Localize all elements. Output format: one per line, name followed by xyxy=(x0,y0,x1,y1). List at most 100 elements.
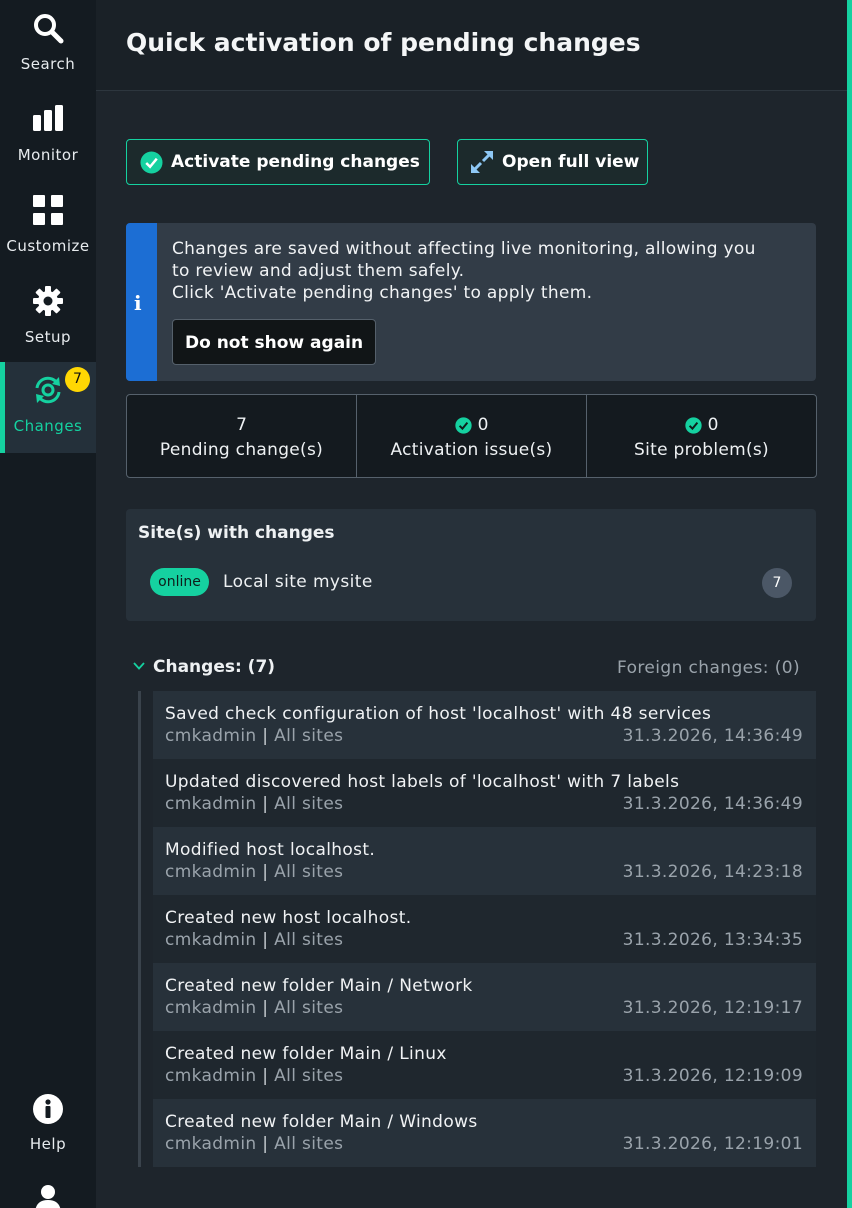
changes-section-title[interactable]: Changes: (7) xyxy=(153,657,275,677)
nav-label-search: Search xyxy=(20,55,76,73)
change-time: 31.3.2026, 12:19:17 xyxy=(622,998,803,1018)
change-row[interactable]: Created new host localhost. cmkadmin | A… xyxy=(153,895,816,963)
change-user: cmkadmin xyxy=(165,1134,257,1154)
site-change-count: 7 xyxy=(762,568,792,598)
nav-item-customize[interactable]: Customize xyxy=(0,182,96,273)
change-time: 31.3.2026, 12:19:09 xyxy=(622,1066,803,1086)
foreign-changes-link[interactable]: Foreign changes: (0) xyxy=(617,658,800,678)
info-text-line: Changes are saved without affecting live… xyxy=(172,239,756,259)
changes-tree-line xyxy=(138,691,141,1167)
nav-label-customize: Customize xyxy=(6,237,90,255)
change-user: cmkadmin xyxy=(165,794,257,814)
activate-button-label: Activate pending changes xyxy=(171,152,420,172)
grid-icon xyxy=(0,192,96,228)
change-sites: All sites xyxy=(274,862,344,882)
changes-list: Saved check configuration of host 'local… xyxy=(153,691,816,1167)
change-row[interactable]: Created new folder Main / Linux cmkadmin… xyxy=(153,1031,816,1099)
change-meta: cmkadmin | All sites xyxy=(165,1066,344,1086)
page-header: Quick activation of pending changes xyxy=(96,0,847,91)
change-text: Created new folder Main / Linux xyxy=(165,1044,447,1064)
change-row[interactable]: Saved check configuration of host 'local… xyxy=(153,691,816,759)
gear-icon xyxy=(0,283,96,319)
search-icon xyxy=(0,10,96,46)
nav-item-search[interactable]: Search xyxy=(0,0,96,91)
nav-item-help[interactable]: Help xyxy=(0,1089,96,1180)
activate-pending-changes-button[interactable]: Activate pending changes xyxy=(126,139,430,185)
change-meta: cmkadmin | All sites xyxy=(165,930,344,950)
change-sites: All sites xyxy=(274,1134,344,1154)
change-user: cmkadmin xyxy=(165,1066,257,1086)
change-text: Created new folder Main / Network xyxy=(165,976,473,996)
page-title: Quick activation of pending changes xyxy=(126,28,641,57)
change-time: 31.3.2026, 14:36:49 xyxy=(622,726,803,746)
nav-label-help: Help xyxy=(29,1135,67,1153)
change-row[interactable]: Created new folder Main / Network cmkadm… xyxy=(153,963,816,1031)
nav-label-setup: Setup xyxy=(24,328,72,346)
stat-activation-issues: 0 Activation issue(s) xyxy=(356,395,586,477)
stat-value: 0 xyxy=(477,415,489,435)
do-not-show-again-button[interactable]: Do not show again xyxy=(172,319,377,365)
bar-chart-icon xyxy=(0,101,96,137)
change-text: Created new folder Main / Windows xyxy=(165,1112,478,1132)
change-text: Modified host localhost. xyxy=(165,840,376,860)
site-name[interactable]: Local site mysite xyxy=(223,572,373,592)
check-circle-icon xyxy=(139,150,163,174)
info-stripe: i xyxy=(126,223,157,381)
info-text-line: to review and adjust them safely. xyxy=(172,261,465,281)
change-text: Saved check configuration of host 'local… xyxy=(165,704,712,724)
check-circle-icon xyxy=(454,416,472,434)
main-navigation: Search Monitor Customize Setup Changes 7… xyxy=(0,0,96,1208)
stat-value: 0 xyxy=(707,415,719,435)
change-user: cmkadmin xyxy=(165,862,257,882)
change-sites: All sites xyxy=(274,998,344,1018)
change-meta: cmkadmin | All sites xyxy=(165,1134,344,1154)
change-sites: All sites xyxy=(274,726,344,746)
change-time: 31.3.2026, 12:19:01 xyxy=(622,1134,803,1154)
change-row[interactable]: Updated discovered host labels of 'local… xyxy=(153,759,816,827)
change-text: Updated discovered host labels of 'local… xyxy=(165,772,680,792)
nav-label-changes: Changes xyxy=(13,417,83,435)
stat-label: Activation issue(s) xyxy=(390,440,553,460)
change-sites: All sites xyxy=(274,794,344,814)
change-meta: cmkadmin | All sites xyxy=(165,998,344,1018)
change-sites: All sites xyxy=(274,930,344,950)
sites-title: Site(s) with changes xyxy=(138,523,335,543)
info-message: i Changes are saved without affecting li… xyxy=(126,223,816,381)
open-full-view-button[interactable]: Open full view xyxy=(457,139,648,185)
change-time: 31.3.2026, 14:23:18 xyxy=(622,862,803,882)
info-icon: i xyxy=(134,291,142,315)
change-row[interactable]: Created new folder Main / Windows cmkadm… xyxy=(153,1099,816,1167)
stat-pending-changes: 7 Pending change(s) xyxy=(127,395,356,477)
change-summary: 7 Pending change(s) 0 Activation issue(s… xyxy=(126,394,817,478)
stat-label: Site problem(s) xyxy=(633,440,769,460)
nav-label-monitor: Monitor xyxy=(17,146,79,164)
help-info-icon xyxy=(0,1091,96,1127)
change-user: cmkadmin xyxy=(165,998,257,1018)
change-user: cmkadmin xyxy=(165,726,257,746)
stat-label: Pending change(s) xyxy=(159,440,324,460)
stat-value: 7 xyxy=(236,415,247,435)
site-status-badge: online xyxy=(150,568,209,596)
change-meta: cmkadmin | All sites xyxy=(165,862,344,882)
stat-site-problems: 0 Site problem(s) xyxy=(586,395,816,477)
change-row[interactable]: Modified host localhost. cmkadmin | All … xyxy=(153,827,816,895)
change-sites: All sites xyxy=(274,1066,344,1086)
sites-with-changes: Site(s) with changes online Local site m… xyxy=(126,509,816,621)
info-text: Changes are saved without affecting live… xyxy=(172,238,756,304)
chevron-down-icon[interactable] xyxy=(132,659,146,673)
expand-icon xyxy=(470,150,494,174)
full-view-button-label: Open full view xyxy=(502,152,640,172)
change-meta: cmkadmin | All sites xyxy=(165,794,344,814)
change-text: Created new host localhost. xyxy=(165,908,412,928)
right-accent-bar xyxy=(847,0,852,1208)
change-time: 31.3.2026, 14:36:49 xyxy=(622,794,803,814)
check-circle-icon xyxy=(684,416,702,434)
nav-item-monitor[interactable]: Monitor xyxy=(0,91,96,182)
changes-count-badge: 7 xyxy=(65,367,90,392)
info-text-line: Click 'Activate pending changes' to appl… xyxy=(172,283,593,303)
nav-item-setup[interactable]: Setup xyxy=(0,273,96,364)
change-user: cmkadmin xyxy=(165,930,257,950)
user-icon[interactable] xyxy=(34,1184,62,1208)
change-time: 31.3.2026, 13:34:35 xyxy=(622,930,803,950)
change-meta: cmkadmin | All sites xyxy=(165,726,344,746)
